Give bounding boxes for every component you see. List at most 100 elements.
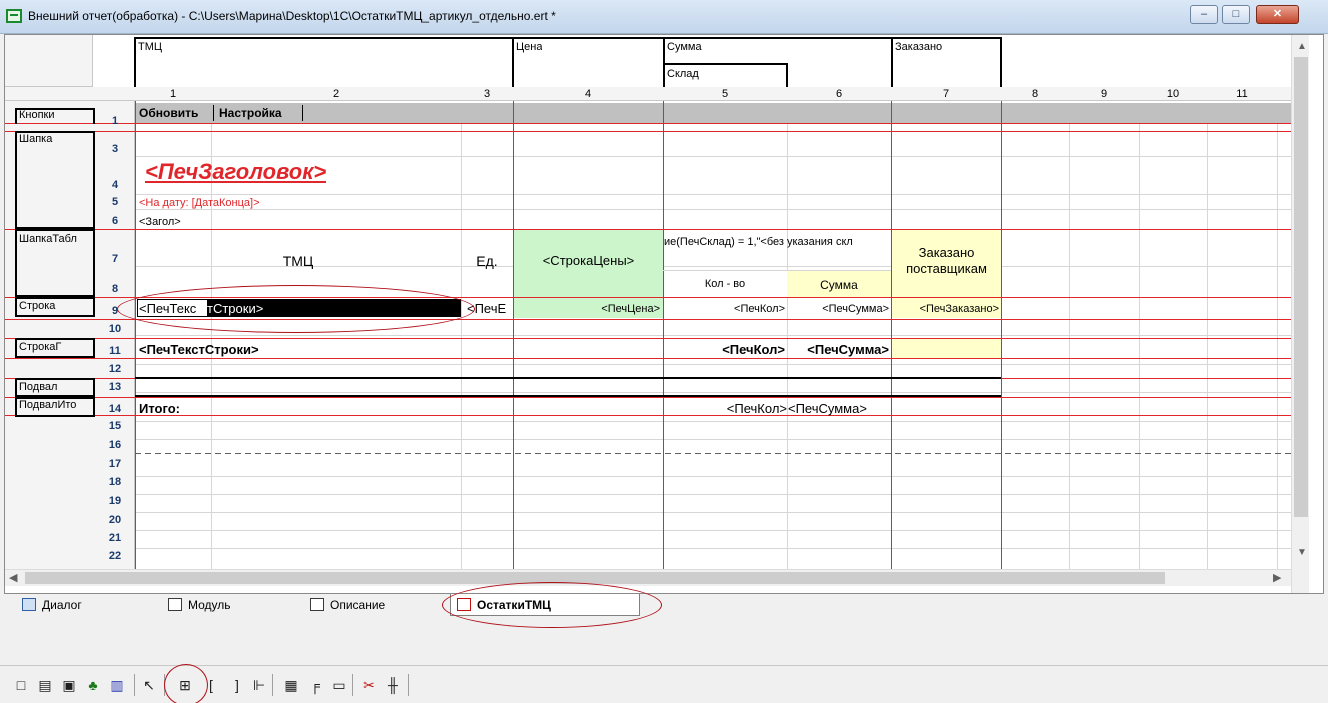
column-number-1[interactable]: 1 [135, 87, 211, 101]
window-title: Внешний отчет(обработка) - C:\Users\Мари… [28, 9, 556, 23]
right-bracket-icon[interactable]: ] [228, 676, 246, 694]
scroll-down-icon[interactable]: ▼ [1297, 547, 1307, 558]
row-number-5[interactable]: 5 [95, 196, 135, 208]
column-number-5[interactable]: 5 [663, 87, 787, 101]
section-label-footer[interactable]: Подвал [17, 381, 103, 393]
ruler-icon[interactable]: ▭ [330, 676, 348, 694]
corner-cell [5, 35, 93, 87]
annotation-ellipse-toolbar [164, 664, 208, 703]
split-icon[interactable]: ╫ [384, 676, 402, 694]
group-icon[interactable]: ⊩ [250, 676, 268, 694]
group-qty-cell[interactable]: <ПечКол> [663, 342, 785, 357]
row-number-4[interactable]: 4 [95, 179, 135, 191]
row-number-16[interactable]: 16 [95, 439, 135, 451]
scroll-up-icon[interactable]: ▲ [1297, 41, 1307, 52]
row-number-7[interactable]: 7 [95, 253, 135, 265]
row-number-20[interactable]: 20 [95, 514, 135, 526]
group-text-cell[interactable]: <ПечТекстСтроки> [139, 342, 259, 357]
row-number-10[interactable]: 10 [95, 323, 135, 335]
row-number-3[interactable]: 3 [95, 143, 135, 155]
on-date-cell[interactable]: <На дату: [ДатаКонца]> [139, 197, 260, 209]
vertical-scroll-thumb[interactable] [1294, 57, 1308, 517]
row-number-22[interactable]: 22 [95, 550, 135, 562]
bottom-toolbar: □ ▤ ▣ ♣ ▥ ↖ ⊞ [ ] ⊩ ▦ ╒ ▭ ✂ ╫ [0, 664, 1328, 703]
print-title-cell[interactable]: <ПечЗаголовок> [145, 159, 326, 185]
row-sum-cell[interactable]: <ПечСумма> [787, 303, 889, 315]
column-number-9[interactable]: 9 [1069, 87, 1139, 101]
column-number-10[interactable]: 10 [1139, 87, 1207, 101]
row-number-11[interactable]: 11 [95, 345, 135, 357]
refresh-button[interactable]: Обновить [139, 106, 198, 120]
group-header-price: Цена [516, 41, 543, 53]
row-number-6[interactable]: 6 [95, 215, 135, 227]
warehouse-formula-cell[interactable]: ие(ПечСклад) = 1,"<без указания скл [664, 236, 891, 248]
grid-icon[interactable]: ▦ [282, 676, 300, 694]
picture-icon[interactable]: ▣ [60, 676, 78, 694]
app-icon [6, 9, 22, 23]
column-number-8[interactable]: 8 [1001, 87, 1069, 101]
row-number-18[interactable]: 18 [95, 476, 135, 488]
rectangle-icon[interactable]: □ [12, 676, 30, 694]
scroll-left-icon[interactable]: ◀ [9, 571, 17, 584]
group-sum-cell[interactable]: <ПечСумма> [787, 342, 889, 357]
section-label-table-header[interactable]: ШапкаТабл [17, 233, 103, 245]
text-icon[interactable]: ▤ [36, 676, 54, 694]
ordered-header-cell[interactable]: Заказано поставщикам [892, 245, 1001, 277]
price-row-header-cell[interactable]: <СтрокаЦены> [514, 253, 663, 268]
tab-bar: Диалог Модуль Описание ОстаткиТМЦ [4, 582, 1324, 628]
spreadsheet-area[interactable]: ТМЦ Цена Сумма Склад Заказано 1 2 3 4 5 … [4, 34, 1324, 594]
tab-description-label: Описание [330, 598, 386, 612]
vertical-scrollbar[interactable]: ▲ ▼ [1291, 35, 1309, 593]
ole-object-icon[interactable]: ♣ [84, 676, 102, 694]
group-ordered-fill [892, 339, 1001, 358]
column-number-7[interactable]: 7 [891, 87, 1001, 101]
chart-icon[interactable]: ▥ [108, 676, 126, 694]
column-number-2[interactable]: 2 [211, 87, 461, 101]
minimize-button[interactable]: – [1190, 5, 1218, 24]
row-number-21[interactable]: 21 [95, 532, 135, 544]
column-number-6[interactable]: 6 [787, 87, 891, 101]
row-number-8[interactable]: 8 [95, 283, 135, 295]
section-label-header[interactable]: Шапка [17, 133, 103, 145]
horizontal-scrollbar[interactable]: ◀ ▶ [5, 569, 1291, 586]
row-number-19[interactable]: 19 [95, 495, 135, 507]
column-number-3[interactable]: 3 [461, 87, 513, 101]
tab-description[interactable]: Описание [304, 594, 444, 616]
unit-header-cell[interactable]: Ед. [461, 253, 513, 269]
settings-button[interactable]: Настройка [219, 106, 282, 120]
header-icon[interactable]: ╒ [306, 676, 324, 694]
column-number-11[interactable]: 11 [1207, 87, 1277, 101]
section-label-row-group[interactable]: СтрокаГ [17, 341, 103, 353]
row-qty-cell[interactable]: <ПечКол> [663, 303, 785, 315]
maximize-button[interactable]: □ [1222, 5, 1250, 24]
sum-header-cell[interactable]: Сумма [787, 278, 891, 292]
row-price-cell[interactable]: <ПечЦена> [514, 303, 660, 315]
row-ordered-cell[interactable]: <ПечЗаказано> [892, 303, 999, 315]
total-label-cell[interactable]: Итого: [139, 401, 180, 416]
scroll-right-icon[interactable]: ▶ [1273, 571, 1281, 584]
section-label-buttons[interactable]: Кнопки [17, 109, 103, 121]
section-label-footer-totals[interactable]: ПодвалИто [17, 399, 103, 411]
row-number-14[interactable]: 14 [95, 403, 135, 415]
tab-module[interactable]: Модуль [162, 594, 302, 616]
delete-icon[interactable]: ✂ [360, 676, 378, 694]
row-number-17[interactable]: 17 [95, 458, 135, 470]
annotation-ellipse-row [117, 285, 475, 333]
qty-header-cell[interactable]: Кол - во [663, 278, 787, 290]
total-sum-cell[interactable]: <ПечСумма> [788, 401, 867, 416]
row-number-1[interactable]: 1 [95, 115, 135, 127]
column-number-4[interactable]: 4 [513, 87, 663, 101]
tab-dialog[interactable]: Диалог [16, 594, 156, 616]
row-number-15[interactable]: 15 [95, 420, 135, 432]
horizontal-scroll-thumb[interactable] [25, 572, 1165, 584]
pointer-icon[interactable]: ↖ [140, 676, 158, 694]
close-button[interactable]: ✕ [1256, 5, 1299, 24]
row-number-12[interactable]: 12 [95, 363, 135, 375]
row-number-13[interactable]: 13 [95, 381, 135, 393]
total-qty-cell[interactable]: <ПечКол> [663, 401, 787, 416]
section-label-row[interactable]: Строка [17, 300, 103, 312]
title-tag-cell[interactable]: <Загол> [139, 216, 181, 228]
module-icon [168, 598, 182, 611]
description-icon [310, 598, 324, 611]
tmc-header-cell[interactable]: ТМЦ [135, 253, 461, 269]
